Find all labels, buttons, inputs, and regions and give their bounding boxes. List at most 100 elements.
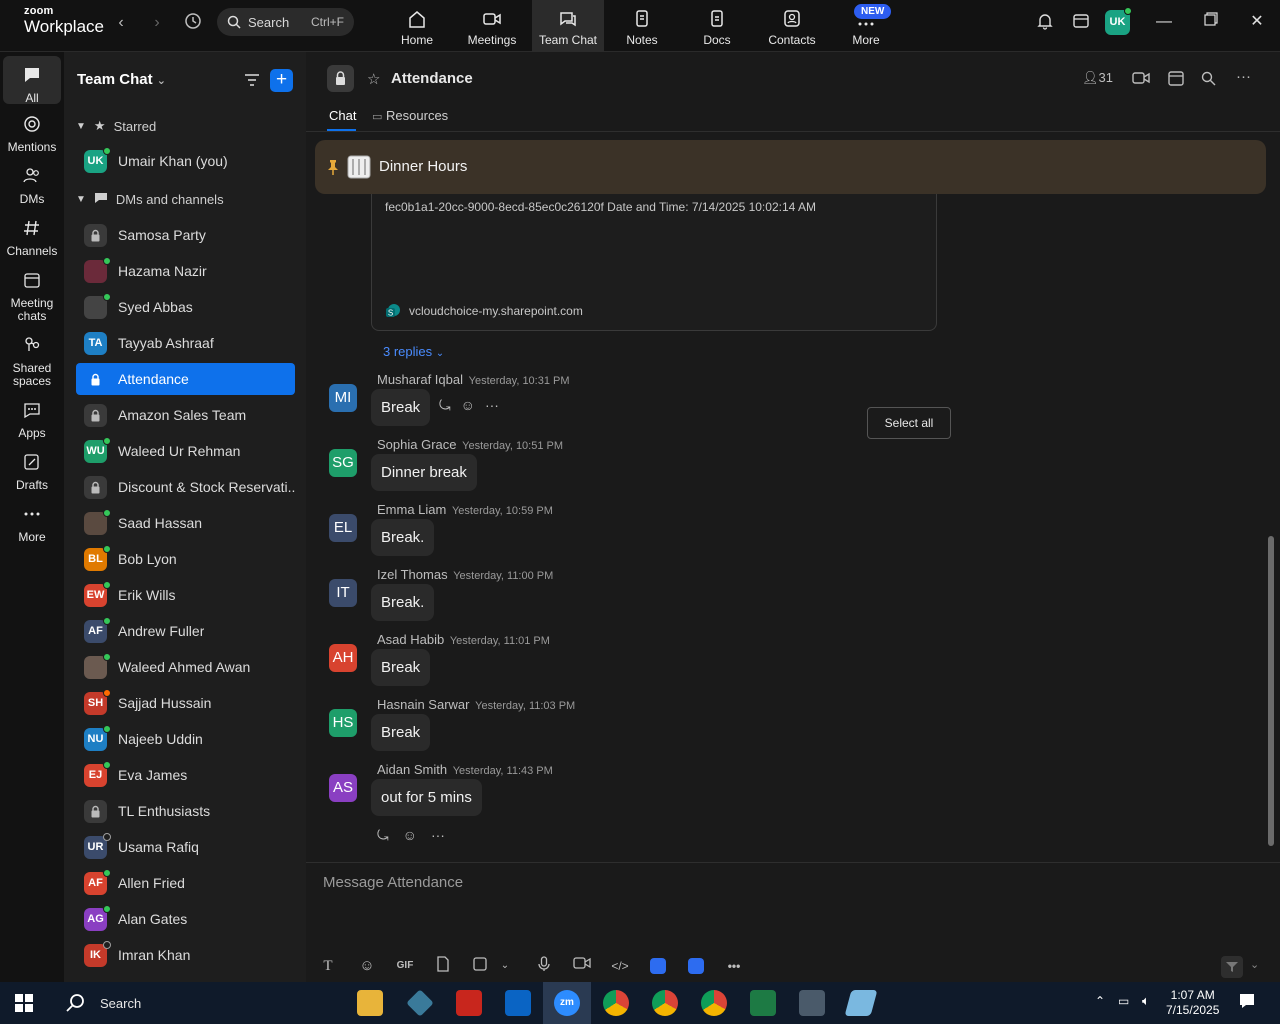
- sidebar-item[interactable]: NU Najeeb Uddin: [76, 723, 295, 755]
- app-diamond-icon[interactable]: [406, 989, 434, 1017]
- chat-message[interactable]: SG Sophia Grace Yesterday, 10:51 PM Dinner…: [329, 437, 929, 502]
- outlook-icon[interactable]: [505, 990, 531, 1016]
- star-outline-icon[interactable]: ☆: [367, 70, 380, 88]
- new-chat-button[interactable]: +: [270, 69, 293, 92]
- sidebar-item[interactable]: Waleed Ahmed Awan: [76, 651, 295, 683]
- tab-resources[interactable]: ▭ Resources: [372, 108, 448, 123]
- sidebar-item[interactable]: Syed Abbas: [76, 291, 295, 323]
- tab-notes[interactable]: Notes: [606, 0, 678, 52]
- message-bubble[interactable]: Break: [371, 389, 431, 426]
- close-icon[interactable]: ✕: [1242, 10, 1272, 34]
- chat-message[interactable]: HS Hasnain Sarwar Yesterday, 11:03 PM Brea…: [329, 697, 929, 762]
- app-icon[interactable]: [648, 956, 668, 976]
- sidebar-item[interactable]: Saad Hassan: [76, 507, 295, 539]
- avatar[interactable]: SG: [329, 449, 357, 477]
- sidebar-item[interactable]: TA Tayyab Ashraaf: [76, 327, 295, 359]
- message-author[interactable]: Aidan Smith: [377, 762, 447, 777]
- rail-meeting-chats[interactable]: Meeting chats: [3, 270, 61, 323]
- app2-icon[interactable]: [686, 956, 706, 976]
- message-bubble[interactable]: out for 5 mins: [371, 779, 482, 816]
- history-icon[interactable]: [182, 12, 204, 34]
- tab-team-chat[interactable]: Team Chat: [532, 0, 604, 52]
- chevron-down-icon[interactable]: ⌄: [495, 956, 515, 976]
- message-bubble[interactable]: Break.: [371, 519, 435, 556]
- rail-drafts[interactable]: Drafts: [3, 452, 61, 492]
- sidebar-item[interactable]: Samosa Party: [76, 219, 295, 251]
- sidebar-item[interactable]: Hazama Nazir: [76, 255, 295, 287]
- message-composer[interactable]: Message Attendance T ☺ GIF ⌄ </> ••• ⌄: [306, 862, 1280, 982]
- message-bubble[interactable]: Break: [371, 649, 431, 686]
- attachment-preview-card[interactable]: fec0b1a1-20cc-9000-8ecd-85ec0c26120f Dat…: [371, 192, 937, 331]
- more-options-icon[interactable]: ···: [1236, 68, 1251, 85]
- tab-home[interactable]: Home: [381, 0, 453, 52]
- rail-all[interactable]: All: [3, 56, 61, 105]
- notes-app-icon[interactable]: [844, 990, 878, 1016]
- chevron-up-icon[interactable]: ⌃: [1095, 994, 1105, 1008]
- message-bubble[interactable]: Break: [371, 714, 431, 751]
- sidebar-item[interactable]: WU Waleed Ur Rehman: [76, 435, 295, 467]
- send-button[interactable]: [1221, 956, 1243, 978]
- sidebar-item[interactable]: Attendance: [76, 363, 295, 395]
- search-input[interactable]: Search Ctrl+F: [217, 8, 354, 36]
- more-options-icon[interactable]: ···: [431, 827, 445, 844]
- emoji-add-icon[interactable]: ☺: [461, 397, 475, 414]
- tab-docs[interactable]: Docs: [681, 0, 753, 52]
- file-explorer-icon[interactable]: [357, 990, 383, 1016]
- emoji-icon[interactable]: ☺: [357, 956, 377, 976]
- screenshot-icon[interactable]: [471, 956, 491, 976]
- whiteboard-icon[interactable]: [1070, 12, 1092, 34]
- sidebar-item[interactable]: TL Enthusiasts: [76, 795, 295, 827]
- more-icon[interactable]: •••: [724, 956, 744, 976]
- avatar[interactable]: EL: [329, 514, 357, 542]
- video-camera-icon[interactable]: [1132, 71, 1150, 85]
- file-icon[interactable]: [433, 956, 453, 976]
- tab-meetings[interactable]: Meetings: [456, 0, 528, 52]
- sidebar-item[interactable]: EJ Eva James: [76, 759, 295, 791]
- rail-dms[interactable]: DMs: [3, 166, 61, 206]
- scrollbar[interactable]: [1268, 536, 1274, 846]
- message-bubble[interactable]: Break.: [371, 584, 435, 621]
- format-icon[interactable]: T: [318, 956, 338, 976]
- sidebar-item[interactable]: BL Bob Lyon: [76, 543, 295, 575]
- starred-section-header[interactable]: ▼ ★ Starred: [76, 118, 156, 134]
- dms-section-header[interactable]: ▼ DMs and channels: [76, 192, 224, 207]
- search-icon[interactable]: [1201, 71, 1216, 86]
- network-icon[interactable]: ▭: [1118, 994, 1129, 1008]
- sidebar-item[interactable]: IK Imran Khan: [76, 939, 295, 971]
- reply-icon[interactable]: ⤿: [377, 827, 389, 844]
- rail-channels[interactable]: Channels: [3, 218, 61, 258]
- taskbar-clock[interactable]: 1:07 AM 7/15/2025: [1166, 988, 1219, 1018]
- sidebar-title[interactable]: Team Chat ⌄: [77, 71, 166, 88]
- message-author[interactable]: Emma Liam: [377, 502, 446, 517]
- replies-link[interactable]: 3 replies ⌄: [383, 344, 444, 359]
- sidebar-item[interactable]: Discount & Stock Reservati...: [76, 471, 295, 503]
- message-author[interactable]: Hasnain Sarwar: [377, 697, 470, 712]
- rail-mentions[interactable]: Mentions: [3, 114, 61, 154]
- message-author[interactable]: Musharaf Iqbal: [377, 372, 463, 387]
- code-icon[interactable]: </>: [610, 956, 630, 976]
- sidebar-item[interactable]: Amazon Sales Team: [76, 399, 295, 431]
- forward-arrow-icon[interactable]: ›: [146, 12, 168, 34]
- sidebar-item-starred[interactable]: UK Umair Khan (you): [76, 145, 295, 177]
- restore-icon[interactable]: [1196, 10, 1226, 34]
- back-arrow-icon[interactable]: ‹: [110, 12, 132, 34]
- message-author[interactable]: Sophia Grace: [377, 437, 457, 452]
- avatar[interactable]: IT: [329, 579, 357, 607]
- bell-icon[interactable]: [1034, 12, 1056, 34]
- excel-icon[interactable]: [750, 990, 776, 1016]
- chevron-down-icon[interactable]: ⌄: [1250, 958, 1259, 971]
- tab-contacts[interactable]: Contacts: [756, 0, 828, 52]
- sidebar-item[interactable]: AF Andrew Fuller: [76, 615, 295, 647]
- video-icon[interactable]: [572, 956, 592, 976]
- message-author[interactable]: Izel Thomas: [377, 567, 448, 582]
- chat-message[interactable]: IT Izel Thomas Yesterday, 11:00 PM Break.: [329, 567, 929, 632]
- sidebar-item[interactable]: UR Usama Rafiq: [76, 831, 295, 863]
- chat-message[interactable]: AH Asad Habib Yesterday, 11:01 PM Break: [329, 632, 929, 697]
- chat-message[interactable]: EL Emma Liam Yesterday, 10:59 PM Break.: [329, 502, 929, 567]
- chrome-icon[interactable]: [701, 990, 727, 1016]
- zoom-app-icon[interactable]: zm: [554, 990, 580, 1016]
- filter-icon[interactable]: [243, 72, 261, 88]
- avatar[interactable]: AS: [329, 774, 357, 802]
- avatar[interactable]: AH: [329, 644, 357, 672]
- chat-message[interactable]: AS Aidan Smith Yesterday, 11:43 PM out for…: [329, 762, 929, 827]
